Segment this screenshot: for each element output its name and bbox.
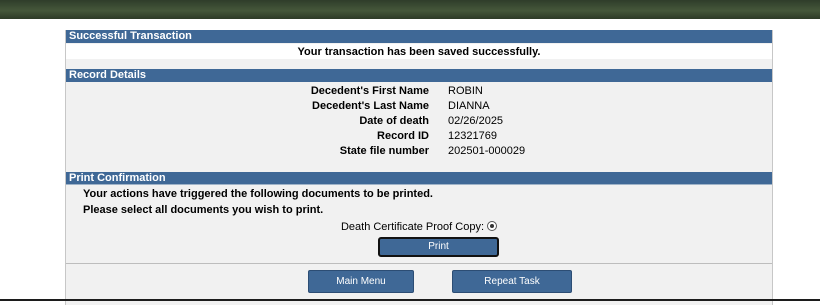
detail-row-last-name: Decedent's Last Name DIANNA <box>66 99 772 114</box>
detail-value: 02/26/2025 <box>448 115 504 127</box>
top-banner <box>0 0 820 19</box>
detail-label: State file number <box>339 145 429 157</box>
successful-transaction-header: Successful Transaction <box>66 30 772 43</box>
detail-value: 202501-000029 <box>448 145 526 157</box>
document-label: Death Certificate Proof Copy: <box>340 221 485 233</box>
record-details-header: Record Details <box>66 69 772 82</box>
transaction-panel: Successful Transaction Your transaction … <box>65 30 773 305</box>
success-message: Your transaction has been saved successf… <box>297 46 541 58</box>
detail-value: DIANNA <box>448 100 490 112</box>
detail-row-state-file-number: State file number 202501-000029 <box>66 144 772 159</box>
main-menu-button[interactable]: Main Menu <box>308 270 414 293</box>
detail-label: Date of death <box>359 115 429 127</box>
repeat-task-button[interactable]: Repeat Task <box>452 270 572 293</box>
detail-label: Record ID <box>377 130 429 142</box>
detail-row-first-name: Decedent's First Name ROBIN <box>66 84 772 99</box>
detail-label: Decedent's First Name <box>310 85 429 97</box>
footer-divider <box>66 263 772 264</box>
detail-label: Decedent's Last Name <box>312 100 429 112</box>
detail-value: 12321769 <box>448 130 497 142</box>
bottom-border <box>0 299 820 301</box>
detail-row-record-id: Record ID 12321769 <box>66 129 772 144</box>
document-option-row: Death Certificate Proof Copy: <box>66 220 772 234</box>
print-button[interactable]: Print <box>378 237 499 257</box>
document-select-radio[interactable] <box>487 221 498 231</box>
detail-value: ROBIN <box>448 85 483 97</box>
print-note-triggered: Your actions have triggered the followin… <box>83 188 433 200</box>
print-confirmation-header: Print Confirmation <box>66 172 772 185</box>
detail-row-date-of-death: Date of death 02/26/2025 <box>66 114 772 129</box>
print-note-select: Please select all documents you wish to … <box>83 204 324 216</box>
